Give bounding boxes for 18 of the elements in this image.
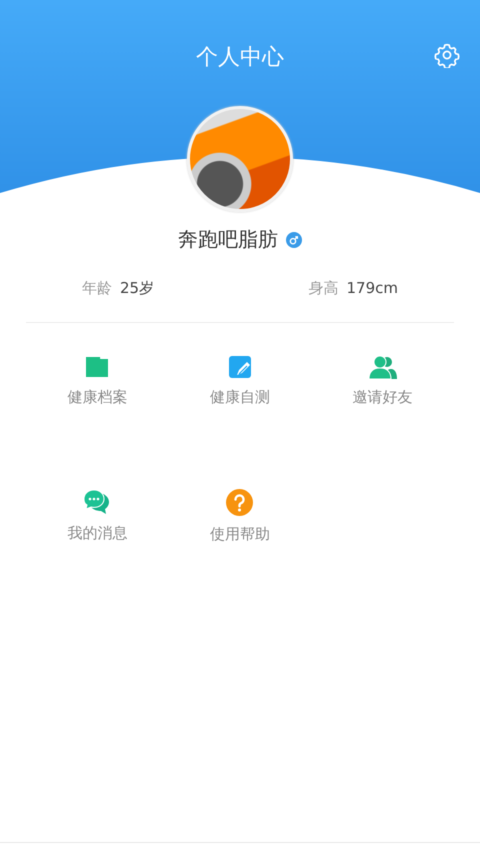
menu-label[interactable]: 使用帮助 [210,525,270,544]
menu-label[interactable]: 健康自测 [210,388,270,407]
stat-label: 年龄 [82,279,112,298]
user-name: 奔跑吧脂肪 [178,226,278,253]
menu-label[interactable]: 我的消息 [67,524,128,543]
folder-icon[interactable] [85,355,110,379]
people-icon[interactable] [368,355,397,379]
menu-label[interactable]: 健康档案 [67,388,128,407]
page-title: 个人中心 [196,44,284,70]
edit-icon[interactable] [228,355,252,379]
stat-value: 25岁 [120,279,154,298]
help-icon[interactable] [226,489,254,516]
stat-value: 179cm [346,279,398,297]
chat-icon[interactable] [83,489,112,515]
menu-label[interactable]: 邀请好友 [352,388,413,407]
male-icon [286,232,302,248]
stat-label: 身高 [308,279,338,298]
settings-icon[interactable] [434,42,460,68]
